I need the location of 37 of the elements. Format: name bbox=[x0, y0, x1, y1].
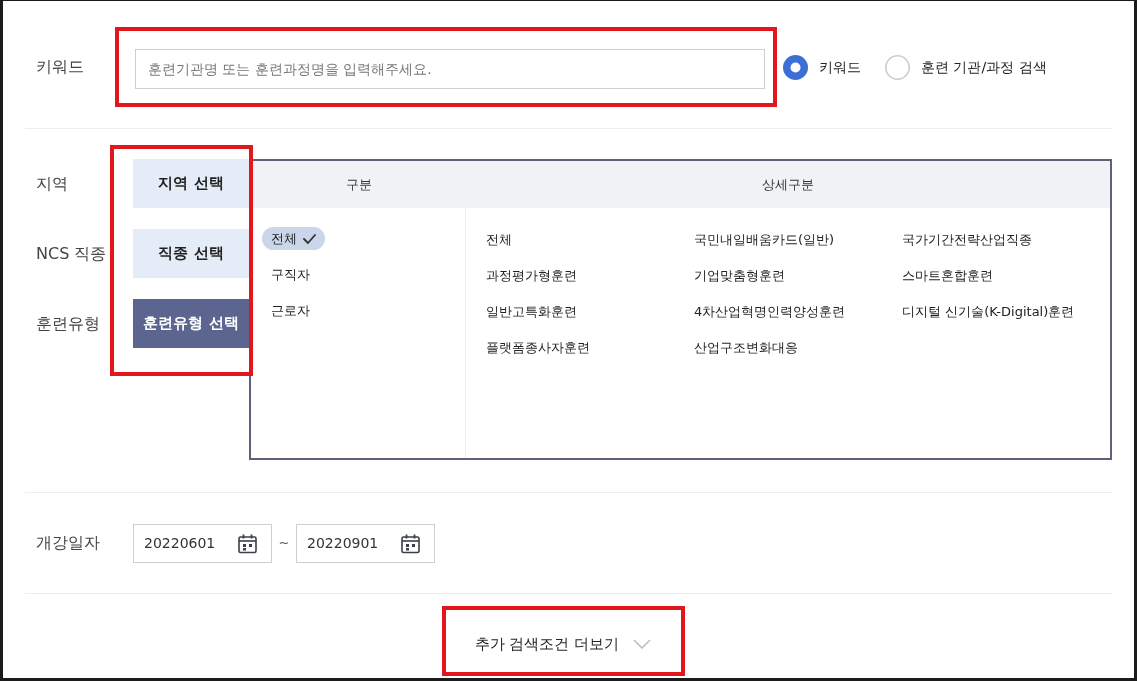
field-label: 지역 bbox=[36, 173, 69, 195]
category-item[interactable]: 구직자 bbox=[262, 263, 319, 286]
detail-option[interactable]: 디지털 신기술(K-Digital)훈련 bbox=[902, 302, 1075, 322]
radio-option[interactable]: 키워드 bbox=[783, 54, 861, 80]
range-separator: ~ bbox=[277, 534, 291, 553]
detail-option[interactable]: 전체 bbox=[486, 230, 512, 250]
category-item[interactable]: 근로자 bbox=[262, 299, 319, 322]
detail-option[interactable]: 플랫폼종사자훈련 bbox=[486, 338, 590, 358]
radio-empty-icon[interactable] bbox=[885, 54, 910, 80]
chevron-down-icon bbox=[633, 639, 652, 649]
field-label: NCS 직종 bbox=[36, 243, 108, 265]
field-label: 키워드 bbox=[36, 56, 85, 78]
radio-selected-icon[interactable] bbox=[783, 54, 808, 80]
column-header: 상세구분 bbox=[762, 175, 814, 194]
radio-option[interactable]: 훈련 기관/과정 검색 bbox=[885, 54, 1047, 80]
calendar-icon[interactable] bbox=[400, 532, 421, 554]
detail-option[interactable]: 과정평가형훈련 bbox=[486, 266, 577, 286]
check-icon bbox=[303, 233, 316, 244]
field-label: 훈련유형 bbox=[36, 313, 101, 335]
more-search-options-button[interactable]: 추가 검색조건 더보기 bbox=[470, 626, 656, 662]
filter-tab[interactable]: 지역 선택 bbox=[133, 159, 249, 208]
detail-option[interactable]: 4차산업혁명인력양성훈련 bbox=[694, 302, 846, 322]
detail-option[interactable]: 산업구조변화대응 bbox=[694, 338, 798, 358]
category-item[interactable]: 전체 bbox=[262, 227, 325, 250]
filter-tab[interactable]: 직종 선택 bbox=[133, 229, 249, 278]
date-field[interactable]: 20220901 bbox=[296, 523, 435, 563]
detail-option[interactable]: 국가기간전략산업직종 bbox=[902, 230, 1032, 250]
column-header: 구분 bbox=[345, 175, 372, 194]
filter-tab[interactable]: 훈련유형 선택 bbox=[133, 299, 249, 348]
keyword-input[interactable]: 훈련기관명 또는 훈련과정명을 입력해주세요. bbox=[135, 49, 765, 89]
date-field[interactable]: 20220601 bbox=[133, 523, 272, 563]
detail-option[interactable]: 일반고특화훈련 bbox=[486, 302, 577, 322]
detail-option[interactable]: 스마트혼합훈련 bbox=[902, 266, 993, 286]
field-label: 개강일자 bbox=[36, 532, 101, 554]
detail-option[interactable]: 기업맞춤형훈련 bbox=[694, 266, 785, 286]
detail-option[interactable]: 국민내일배움카드(일반) bbox=[694, 230, 835, 250]
calendar-icon[interactable] bbox=[237, 532, 258, 554]
